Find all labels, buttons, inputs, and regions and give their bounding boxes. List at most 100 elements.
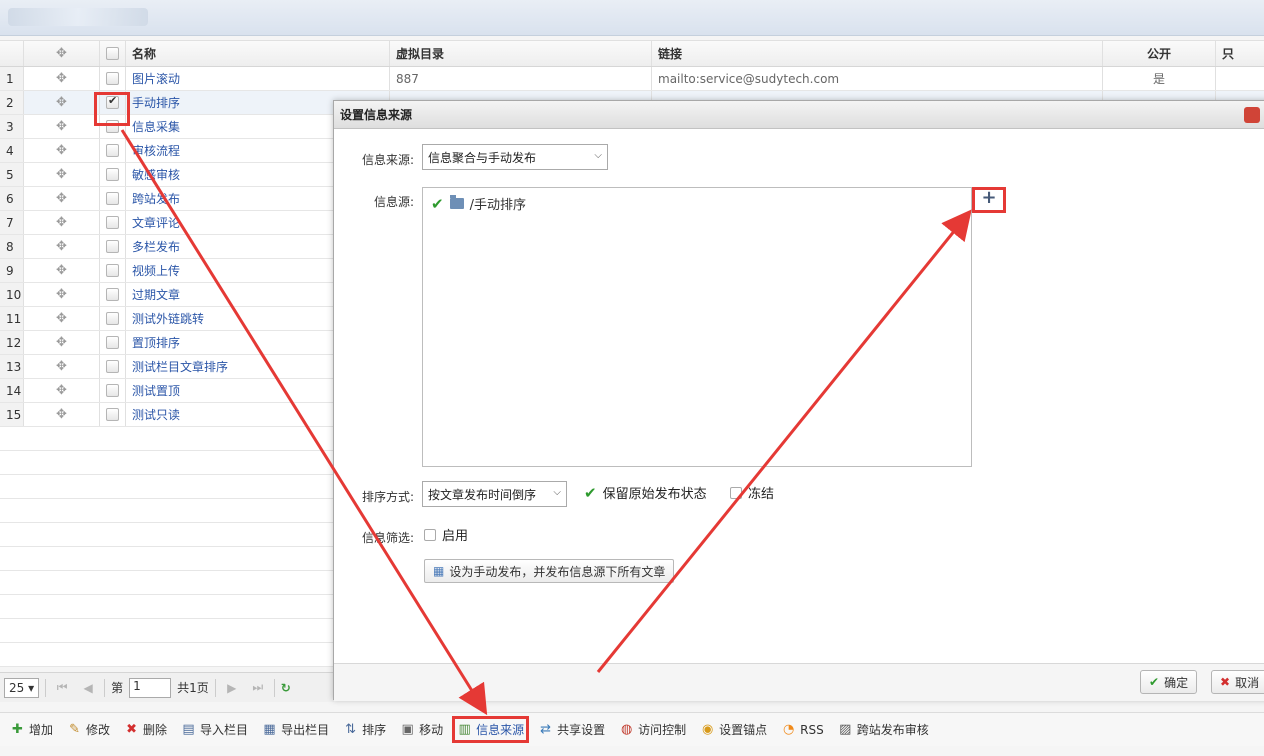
keep-status-option[interactable]: ✔ 保留原始发布状态 [584,483,707,503]
row-checkbox[interactable] [100,67,126,90]
drag-handle-icon[interactable]: ✥ [24,307,100,330]
enable-filter-option[interactable]: 启用 [424,525,468,544]
row-checkbox[interactable] [100,211,126,234]
drag-handle-icon[interactable]: ✥ [24,331,100,354]
checkbox[interactable] [106,144,119,157]
checkbox[interactable] [106,72,119,85]
drag-handle-icon[interactable]: ✥ [24,211,100,234]
source-select[interactable]: 信息聚合与手动发布 ⌵ [422,144,608,170]
freeze-checkbox[interactable] [730,486,742,499]
table-row[interactable]: 1 ✥ 图片滚动 887 mailto:service@sudytech.com 是 [0,67,1264,91]
next-page-icon[interactable]: ▶ [222,681,242,695]
drag-handle-icon[interactable]: ✥ [24,355,100,378]
checkbox[interactable] [106,384,119,397]
checkbox[interactable] [106,288,119,301]
add-button[interactable]: ✚ 增加 [10,721,53,738]
row-checkbox[interactable] [100,139,126,162]
cancel-button[interactable]: ✖ 取消 [1211,670,1264,694]
checkbox[interactable] [106,336,119,349]
page-number-input[interactable]: 1 [129,677,172,698]
refresh-icon[interactable]: ↻ [281,681,291,695]
checkbox[interactable] [106,192,119,205]
sort-button[interactable]: ⇅ 排序 [343,721,386,738]
freeze-option[interactable]: 冻结 [730,483,774,502]
row-name-link[interactable]: 敏感审核 [132,166,180,183]
last-page-icon[interactable]: ⏭ [248,680,268,695]
delete-button[interactable]: ✖ 删除 [124,721,167,738]
row-name-link[interactable]: 测试外链跳转 [132,310,204,327]
row-checkbox[interactable] [100,283,126,306]
drag-handle-icon[interactable]: ✥ [24,67,100,90]
row-checkbox[interactable] [100,235,126,258]
drag-handle-icon[interactable]: ✥ [24,187,100,210]
page-size-select[interactable]: 25 ▾ [4,677,40,698]
row-checkbox[interactable] [100,331,126,354]
header-select-all[interactable] [100,41,126,66]
drag-handle-icon[interactable]: ✥ [24,163,100,186]
header-dir[interactable]: 虚拟目录 [390,41,652,66]
drag-handle-icon[interactable]: ✥ [24,379,100,402]
share-settings-button[interactable]: ⇄ 共享设置 [538,721,605,738]
row-checkbox[interactable] [100,187,126,210]
checkbox[interactable] [106,312,119,325]
drag-handle-icon[interactable]: ✥ [24,259,100,282]
publish-all-button[interactable]: ▦ 设为手动发布，并发布信息源下所有文章 [424,559,675,583]
header-public[interactable]: 公开 [1103,41,1216,66]
header-readonly[interactable]: 只 [1216,41,1264,66]
drag-handle-icon[interactable]: ✥ [24,283,100,306]
checkbox[interactable] [106,408,119,421]
ok-button[interactable]: ✔ 确定 [1140,670,1198,694]
header-link[interactable]: 链接 [652,41,1103,66]
import-button[interactable]: ▤ 导入栏目 [181,721,248,738]
header-name[interactable]: 名称 [126,41,390,66]
row-checkbox[interactable] [100,259,126,282]
row-checkbox[interactable] [100,307,126,330]
check-icon[interactable]: ✔ [584,484,597,502]
select-all-checkbox[interactable] [106,47,119,60]
access-control-button[interactable]: ◍ 访问控制 [619,721,686,738]
row-name-link[interactable]: 测试置顶 [132,382,180,399]
drag-handle-icon[interactable]: ✥ [24,91,100,114]
row-name-link[interactable]: 信息采集 [132,118,180,135]
drag-handle-icon[interactable]: ✥ [24,139,100,162]
row-name-link[interactable]: 跨站发布 [132,190,180,207]
move-button[interactable]: ▣ 移动 [400,721,443,738]
drag-handle-icon[interactable]: ✥ [24,115,100,138]
row-name-link[interactable]: 置顶排序 [132,334,180,351]
close-icon[interactable] [1244,107,1260,123]
edit-button[interactable]: ✎ 修改 [67,721,110,738]
row-name-link[interactable]: 过期文章 [132,286,180,303]
row-name-link[interactable]: 多栏发布 [132,238,180,255]
export-button[interactable]: ▦ 导出栏目 [262,721,329,738]
row-checkbox[interactable] [100,403,126,426]
drag-handle-icon[interactable]: ✥ [24,235,100,258]
first-page-icon[interactable]: ⏮ [52,680,72,695]
rss-button[interactable]: ◔ RSS [781,722,824,737]
row-name-link[interactable]: 手动排序 [132,94,180,111]
row-checkbox[interactable] [100,379,126,402]
checkbox[interactable] [106,360,119,373]
row-checkbox[interactable] [100,163,126,186]
checkbox[interactable] [106,264,119,277]
row-name-link[interactable]: 文章评论 [132,214,180,231]
check-icon[interactable]: ✔ [431,195,444,213]
row-checkbox[interactable] [100,355,126,378]
row-name-link[interactable]: 视频上传 [132,262,180,279]
set-anchor-button[interactable]: ◉ 设置锚点 [700,721,767,738]
row-name-link[interactable]: 图片滚动 [132,70,180,87]
checkbox[interactable] [106,168,119,181]
checkbox[interactable] [106,240,119,253]
add-source-button[interactable]: + [972,187,1006,213]
enable-checkbox[interactable] [424,528,436,541]
tree-item[interactable]: ✔ /手动排序 [431,194,526,214]
row-name[interactable]: 图片滚动 [126,67,390,90]
info-source-button[interactable]: ▥ 信息来源 [452,716,530,743]
sort-select[interactable]: 按文章发布时间倒序 ⌵ [422,481,567,507]
cross-site-audit-button[interactable]: ▨ 跨站发布审核 [838,721,929,738]
row-name-link[interactable]: 审核流程 [132,142,180,159]
row-name-link[interactable]: 测试栏目文章排序 [132,358,228,375]
drag-handle-icon[interactable]: ✥ [24,403,100,426]
row-name-link[interactable]: 测试只读 [132,406,180,423]
checkbox[interactable] [106,216,119,229]
prev-page-icon[interactable]: ◀ [78,681,98,695]
